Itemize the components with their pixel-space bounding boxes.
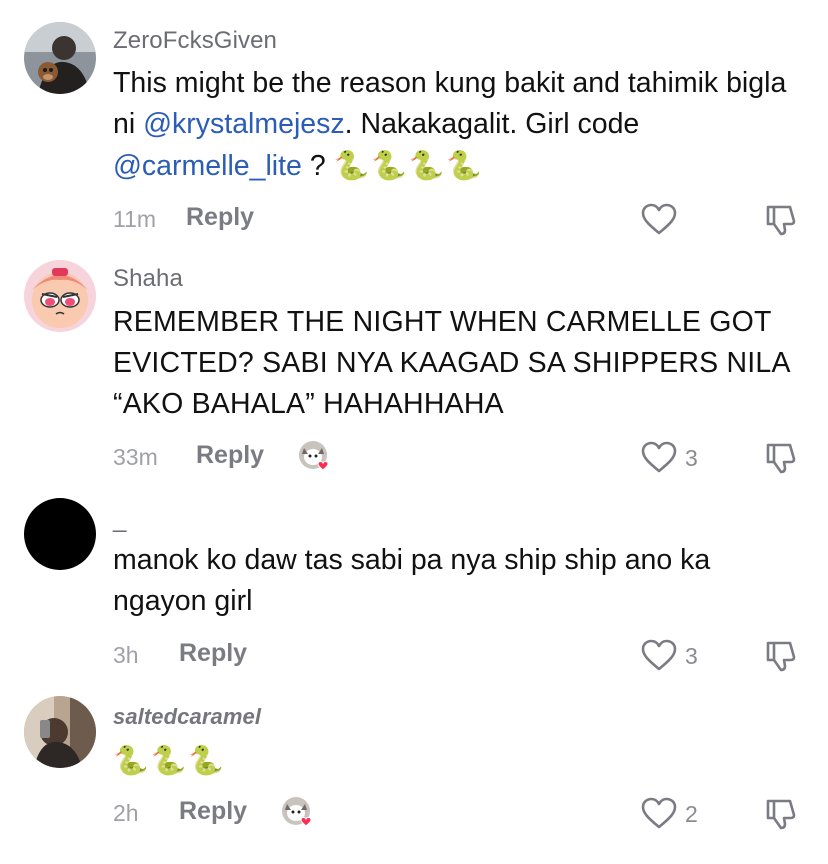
mention-link[interactable]: @krystalmejesz (143, 108, 345, 140)
comment-timestamp: 33m (113, 444, 158, 470)
avatar[interactable] (24, 22, 96, 94)
reply-button[interactable]: Reply (179, 639, 247, 668)
comment-username[interactable]: Shaha (113, 265, 183, 293)
comment-timestamp: 2h (113, 800, 139, 826)
comment-text: REMEMBER THE NIGHT WHEN CARMELLE GOT EVI… (113, 306, 790, 420)
comment-text: This might be the reason kung bakit and … (113, 63, 803, 187)
avatar[interactable] (24, 696, 96, 768)
comment-username[interactable]: ZeroFcksGiven (113, 27, 277, 55)
comment-text-segment: . Nakakagalit. Girl code (344, 108, 640, 140)
avatar[interactable] (24, 498, 96, 570)
reply-button[interactable]: Reply (179, 797, 247, 826)
comment-item: _ manok ko daw tas sabi pa nya ship ship… (0, 490, 828, 690)
like-count: 2 (685, 801, 698, 827)
like-count: 3 (685, 643, 698, 669)
snake-emoji: 🐍🐍🐍🐍 (333, 149, 484, 182)
heart-outline-icon[interactable] (640, 440, 678, 474)
comment-timestamp: 11m (113, 206, 157, 232)
thumbs-down-outline-icon[interactable] (763, 201, 799, 237)
reply-button[interactable]: Reply (196, 441, 264, 470)
heart-outline-icon[interactable] (640, 202, 678, 236)
comment-item: saltedcaramel 🐍🐍🐍 2h Reply 2 (0, 690, 828, 864)
mention-link[interactable]: @carmelle_lite (113, 150, 302, 182)
thumbs-down-outline-icon[interactable] (763, 637, 799, 673)
comment-text: manok ko daw tas sabi pa nya ship ship a… (113, 544, 711, 617)
creator-liked-badge-icon (299, 441, 329, 471)
snake-emoji: 🐍🐍🐍 (113, 744, 226, 777)
comment-username[interactable]: saltedcaramel (113, 704, 261, 730)
thumbs-down-outline-icon[interactable] (763, 439, 799, 475)
comment-timestamp: 3h (113, 642, 139, 668)
comment-text-segment: ? (301, 150, 334, 182)
avatar[interactable] (24, 260, 96, 332)
like-count: 3 (685, 445, 698, 471)
creator-liked-badge-icon (282, 797, 312, 827)
heart-outline-icon[interactable] (640, 796, 678, 830)
comment-item: Shaha REMEMBER THE NIGHT WHEN CARMELLE G… (0, 250, 828, 490)
reply-button[interactable]: Reply (186, 203, 254, 232)
thumbs-down-outline-icon[interactable] (763, 795, 799, 831)
heart-outline-icon[interactable] (640, 638, 678, 672)
comment-item: ZeroFcksGiven This might be the reason k… (0, 0, 828, 250)
comment-username[interactable]: _ (113, 506, 126, 534)
